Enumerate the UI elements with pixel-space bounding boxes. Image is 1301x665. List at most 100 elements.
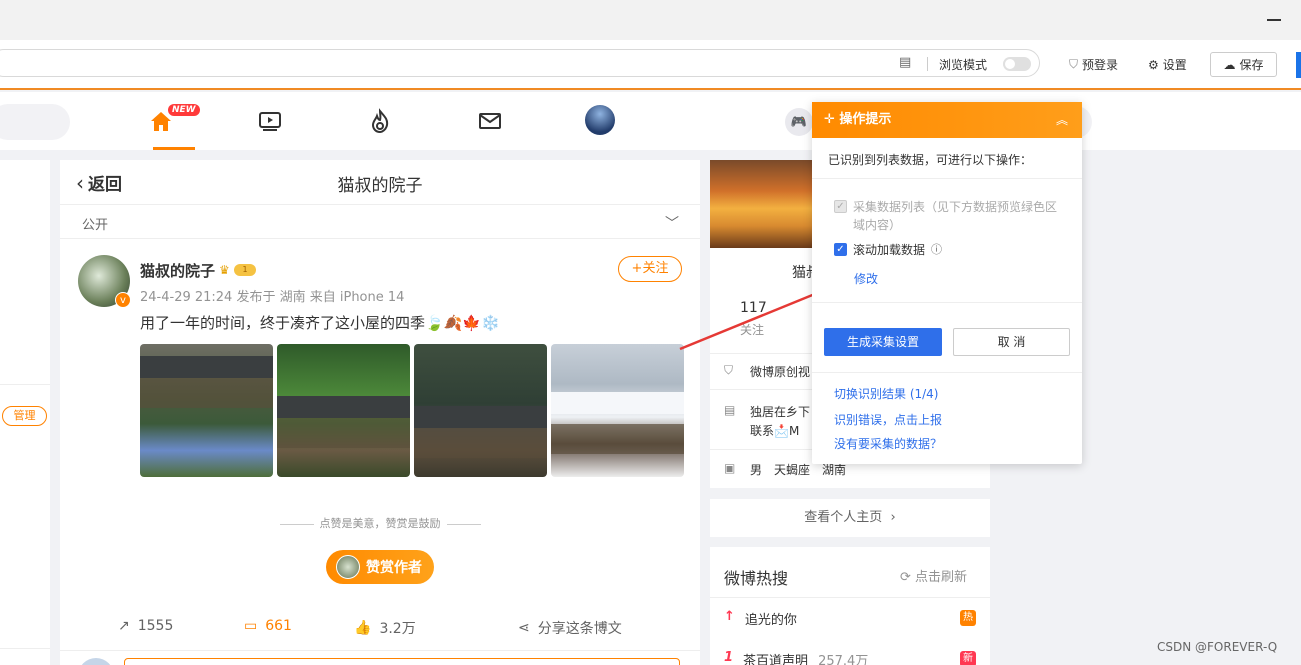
no-data-link[interactable]: 没有要采集的数据？ [834, 435, 942, 452]
modify-link[interactable]: 修改 [854, 270, 878, 287]
divider [812, 372, 1082, 373]
browse-mode-toggle[interactable] [1003, 57, 1031, 71]
address-bar[interactable]: ▤ 浏览模式 [0, 49, 1040, 77]
help-icon[interactable]: ⓘ [931, 241, 942, 259]
hot-search-item[interactable]: ↑ 追光的你 热 [724, 609, 976, 628]
view-profile-button[interactable]: 查看个人主页 › [710, 499, 990, 537]
option-collect-list-label: 采集数据列表（见下方数据预览绿色区域内容） [853, 200, 1058, 232]
window-titlebar [0, 0, 1301, 40]
image-roof [277, 396, 410, 418]
save-button[interactable]: ☁ 保存 [1210, 52, 1277, 77]
post-image-summer[interactable] [277, 344, 410, 477]
settings-button[interactable]: ⚙ 设置 [1148, 56, 1187, 73]
post-card: ‹ 返回 猫叔的院子 公开 ﹀ v 猫叔的院子 ♛ 1 24-4-29 21:2… [60, 160, 700, 665]
profile-bio-row: ▤ 独居在乡下 联系📩M [724, 403, 810, 439]
post-image-winter[interactable] [551, 344, 684, 477]
page-title: 猫叔的院子 [337, 176, 423, 196]
comment-input[interactable] [124, 658, 680, 665]
mail-icon[interactable] [477, 108, 503, 134]
repost-button[interactable]: ↗ 1555 [118, 618, 173, 634]
chevron-right-icon: › [886, 510, 896, 525]
checkbox-collect-list: ✓ [834, 200, 847, 213]
comment-button[interactable]: ▭ 661 [244, 618, 292, 634]
report-error-link[interactable]: 识别错误，点击上报 [834, 411, 942, 428]
new-badge: NEW [168, 104, 200, 116]
hot-search-item[interactable]: 1 茶百道声明 257.4万 新 [724, 650, 976, 665]
manage-button[interactable]: 管理 [2, 406, 47, 426]
image-roof [414, 406, 547, 428]
like-button[interactable]: 👍 3.2万 [354, 618, 416, 638]
user-avatar[interactable] [585, 105, 615, 135]
browser-toolbar: ▤ 浏览模式 ⛉ 预登录 ⚙ 设置 ☁ 保存 [0, 40, 1301, 90]
gender: 男 [750, 463, 763, 477]
option-scroll-load-label: 滚动加载数据 [853, 243, 926, 257]
minimize-icon[interactable] [1267, 19, 1281, 21]
option-scroll-load[interactable]: ✓ 滚动加载数据 ⓘ [834, 241, 942, 259]
divider [710, 597, 990, 598]
separator [927, 57, 928, 71]
zodiac: 天蝎座 [774, 463, 811, 477]
hot-rank: 1 [724, 650, 734, 665]
chevron-down-icon[interactable]: ﹀ [665, 213, 679, 233]
vip-badge: ♛ 1 [219, 262, 257, 278]
panel-title: 操作提示 [839, 112, 892, 127]
collapse-icon[interactable]: ︽ [1056, 102, 1068, 138]
reward-button[interactable]: 赞赏作者 [326, 550, 434, 584]
bio-line-2: 联系📩M [750, 424, 800, 438]
author-name[interactable]: 猫叔的院子 [140, 260, 215, 281]
like-count: 3.2万 [379, 621, 416, 637]
image-wall [551, 424, 684, 454]
refresh-button[interactable]: ⟳ 点击刷新 [900, 566, 967, 585]
watermark: CSDN @FOREVER-Q [1157, 640, 1278, 654]
video-icon[interactable] [257, 108, 283, 134]
repost-count: 1555 [137, 618, 174, 634]
divider [60, 650, 700, 651]
view-profile-label: 查看个人主页 [804, 510, 883, 525]
image-wall [140, 378, 273, 408]
thumbs-up-icon: 👍 [354, 620, 372, 636]
panel-description: 已识别到列表数据，可进行以下操作： [828, 153, 1033, 167]
hot-tag: 热 [960, 610, 976, 626]
share-arrow-icon: ↗ [118, 618, 130, 634]
divider [60, 204, 700, 205]
image-roof [140, 356, 273, 378]
hot-fire-icon[interactable] [367, 108, 393, 134]
pin-top-icon: ↑ [724, 609, 735, 624]
checkbox-scroll-load[interactable]: ✓ [834, 243, 847, 256]
follow-button[interactable]: +关注 [618, 256, 682, 282]
save-label: 保存 [1239, 58, 1264, 72]
browse-mode-label: 浏览模式 [939, 58, 988, 72]
blue-button-edge[interactable] [1296, 52, 1301, 78]
visibility-label: 公开 [82, 218, 109, 233]
hot-item-count: 257.4万 [818, 654, 869, 665]
generate-settings-button[interactable]: 生成采集设置 [824, 328, 942, 356]
active-tab-indicator [153, 147, 195, 150]
post-image-spring[interactable] [140, 344, 273, 477]
profile-info-text: 微博原创视 [750, 365, 811, 379]
reward-avatar [336, 555, 360, 579]
document-icon[interactable]: ▤ [899, 55, 913, 71]
gear-icon: ⚙ [1148, 57, 1159, 72]
panel-header[interactable]: ✛ 操作提示 ︽ [812, 102, 1082, 138]
cancel-button[interactable]: 取 消 [953, 328, 1070, 356]
divider [812, 178, 1082, 179]
cloud-upload-icon: ☁ [1223, 57, 1236, 72]
share-button[interactable]: ⋖ 分享这条博文 [518, 618, 622, 638]
hot-search-card: 微博热搜 ⟳ 点击刷新 ↑ 追光的你 热 1 茶百道声明 257.4万 新 [710, 547, 990, 665]
share-icon: ⋖ [518, 620, 530, 636]
comment-icon: ▭ [244, 618, 258, 634]
post-image-autumn[interactable] [414, 344, 547, 477]
left-sidebar: 管理 [0, 160, 50, 665]
prelogin-button[interactable]: ⛉ 预登录 [1069, 56, 1118, 73]
hot-item-text: 茶百道声明 [743, 654, 809, 665]
divider [60, 238, 700, 239]
switch-result-link[interactable]: 切换识别结果 (1/4) [834, 385, 939, 402]
gamepad-icon[interactable]: 🎮 [785, 108, 813, 136]
search-input[interactable] [0, 104, 70, 140]
level-badge: 1 [234, 264, 256, 276]
move-icon: ✛ [824, 112, 840, 127]
post-images [140, 344, 684, 477]
follow-count[interactable]: 117 [740, 300, 767, 316]
image-wall [277, 418, 410, 448]
divider [0, 384, 50, 385]
